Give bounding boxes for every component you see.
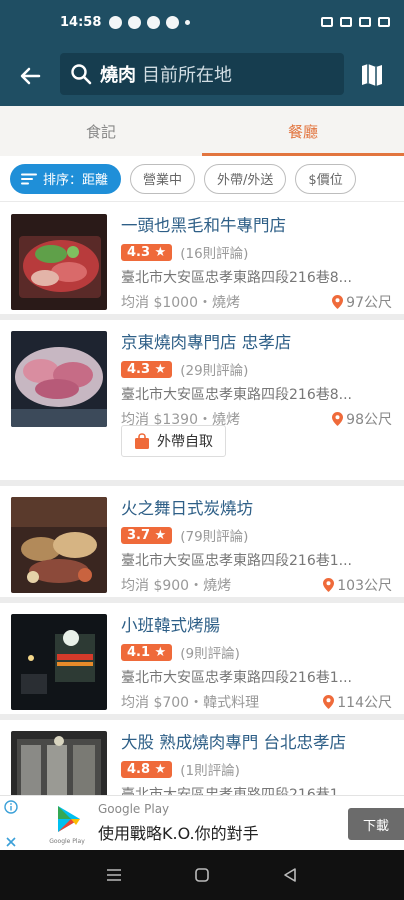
- sort-icon: [21, 173, 37, 184]
- location-icon: [340, 17, 352, 27]
- rating-badge: 4.3 ★: [121, 243, 173, 261]
- back-nav-icon[interactable]: [282, 867, 298, 883]
- home-icon[interactable]: [194, 867, 210, 883]
- tab-bar: 食記 餐廳: [0, 106, 404, 156]
- search-bar[interactable]: 燒肉 目前所在地: [60, 53, 344, 95]
- rating-badge: 4.3 ★: [121, 360, 173, 378]
- status-bar: 14:58: [0, 0, 404, 44]
- restaurant-name: 小班韓式烤腸: [121, 616, 220, 635]
- back-arrow-icon: [20, 67, 41, 85]
- review-count: (16則評論): [180, 246, 249, 262]
- status-notification-icons: [109, 15, 191, 29]
- search-icon: [71, 64, 92, 85]
- ad-download-button[interactable]: 下載: [348, 808, 404, 840]
- review-count: (79則評論): [180, 529, 249, 545]
- chat-icon: [128, 15, 142, 29]
- ad-title: 使用戰略K.O.你的對手: [98, 824, 259, 843]
- restaurant-name: 大股 熟成燒肉專門 台北忠孝店: [121, 733, 346, 752]
- status-system-icons: [321, 17, 390, 27]
- search-location-hint: 目前所在地: [142, 65, 232, 86]
- battery-icon: [378, 17, 390, 27]
- restaurant-address: 臺北市大安區忠孝東路四段216巷8...: [121, 387, 352, 403]
- distance: 98公尺: [346, 412, 392, 428]
- location-pin-icon: [332, 412, 344, 426]
- messenger-icon: [109, 15, 123, 29]
- filter-takeout-delivery[interactable]: 外帶/外送: [204, 163, 287, 194]
- vibrate-icon: [321, 17, 333, 27]
- distance: 103公尺: [337, 578, 392, 594]
- restaurant-item[interactable]: 小班韓式烤腸 4.1 ★ (9則評論) 臺北市大安區忠孝東路四段216巷1...…: [0, 603, 404, 720]
- restaurant-name: 京東燒肉專門店 忠孝店: [121, 333, 292, 352]
- music-icon: [166, 15, 180, 29]
- google-play-logo: Google Play: [40, 802, 94, 846]
- ad-info-icon[interactable]: [4, 800, 18, 814]
- rating-badge: 4.1 ★: [121, 643, 173, 661]
- ad-close-icon[interactable]: [5, 836, 17, 848]
- logo-caption: Google Play: [49, 838, 85, 845]
- search-query: 燒肉: [100, 65, 136, 86]
- restaurant-photo: [11, 614, 107, 710]
- restaurant-photo: [11, 497, 107, 593]
- sort-chip[interactable]: 排序：距離: [10, 163, 122, 194]
- restaurant-photo: [11, 331, 107, 427]
- restaurant-name: 火之舞日式炭燒坊: [121, 499, 253, 518]
- takeout-pickup-button[interactable]: 外帶自取: [121, 425, 226, 457]
- tab-restaurants[interactable]: 餐廳: [202, 106, 404, 156]
- ad-banner[interactable]: Google Play Google Play 使用戰略K.O.你的對手 下載: [0, 795, 404, 850]
- review-count: (29則評論): [180, 363, 249, 379]
- price-category: 均消 $1000・燒烤: [121, 295, 240, 311]
- restaurant-address: 臺北市大安區忠孝東路四段216巷1...: [121, 670, 352, 686]
- restaurant-item[interactable]: 一頭也黑毛和牛專門店 4.3 ★ (16則評論) 臺北市大安區忠孝東路四段216…: [0, 203, 404, 320]
- map-button[interactable]: [358, 60, 386, 90]
- review-count: (9則評論): [180, 646, 240, 662]
- price-category: 均消 $900・燒烤: [121, 578, 232, 594]
- restaurant-item[interactable]: 火之舞日式炭燒坊 3.7 ★ (79則評論) 臺北市大安區忠孝東路四段216巷1…: [0, 486, 404, 603]
- review-count: (1則評論): [180, 763, 240, 779]
- back-button[interactable]: [14, 60, 46, 92]
- filter-price[interactable]: $價位: [295, 163, 356, 194]
- location-pin-icon: [332, 295, 344, 309]
- restaurant-photo: [11, 214, 107, 310]
- restaurant-item[interactable]: 京東燒肉專門店 忠孝店 4.3 ★ (29則評論) 臺北市大安區忠孝東路四段21…: [0, 320, 404, 486]
- distance: 97公尺: [346, 295, 392, 311]
- status-time: 14:58: [60, 14, 102, 30]
- map-icon: [362, 64, 382, 86]
- app-icon: [147, 15, 161, 29]
- price-category: 均消 $700・韓式料理: [121, 695, 260, 711]
- rating-badge: 3.7 ★: [121, 526, 173, 544]
- wifi-icon: [359, 17, 371, 27]
- shopping-bag-icon: [135, 432, 149, 449]
- restaurant-address: 臺北市大安區忠孝東路四段216巷1...: [121, 553, 352, 569]
- takeout-label: 外帶自取: [157, 434, 213, 450]
- filter-bar: 排序：距離 營業中 外帶/外送 $價位: [0, 156, 404, 202]
- restaurant-list: 一頭也黑毛和牛專門店 4.3 ★ (16則評論) 臺北市大安區忠孝東路四段216…: [0, 203, 404, 795]
- system-nav-bar: [0, 850, 404, 900]
- restaurant-address: 臺北市大安區忠孝東路四段216巷8...: [121, 270, 352, 286]
- restaurant-item[interactable]: 大股 熟成燒肉專門 台北忠孝店 4.8 ★ (1則評論) 臺北市大安區忠孝東路四…: [0, 720, 404, 795]
- rating-badge: 4.8 ★: [121, 760, 173, 778]
- ad-sponsor: Google Play: [98, 802, 170, 816]
- sort-label: 排序：距離: [43, 173, 109, 188]
- tab-articles[interactable]: 食記: [0, 106, 202, 156]
- distance: 114公尺: [337, 695, 392, 711]
- restaurant-name: 一頭也黑毛和牛專門店: [121, 216, 286, 235]
- restaurant-address: 臺北市大安區忠孝東路四段216巷1...: [121, 787, 352, 795]
- restaurant-photo: [11, 731, 107, 795]
- app-bar: 燒肉 目前所在地: [0, 44, 404, 106]
- filter-open-now[interactable]: 營業中: [130, 163, 196, 194]
- location-pin-icon: [323, 695, 335, 709]
- recent-apps-icon[interactable]: [106, 868, 122, 882]
- location-pin-icon: [323, 578, 335, 592]
- more-dot-icon: [185, 19, 191, 25]
